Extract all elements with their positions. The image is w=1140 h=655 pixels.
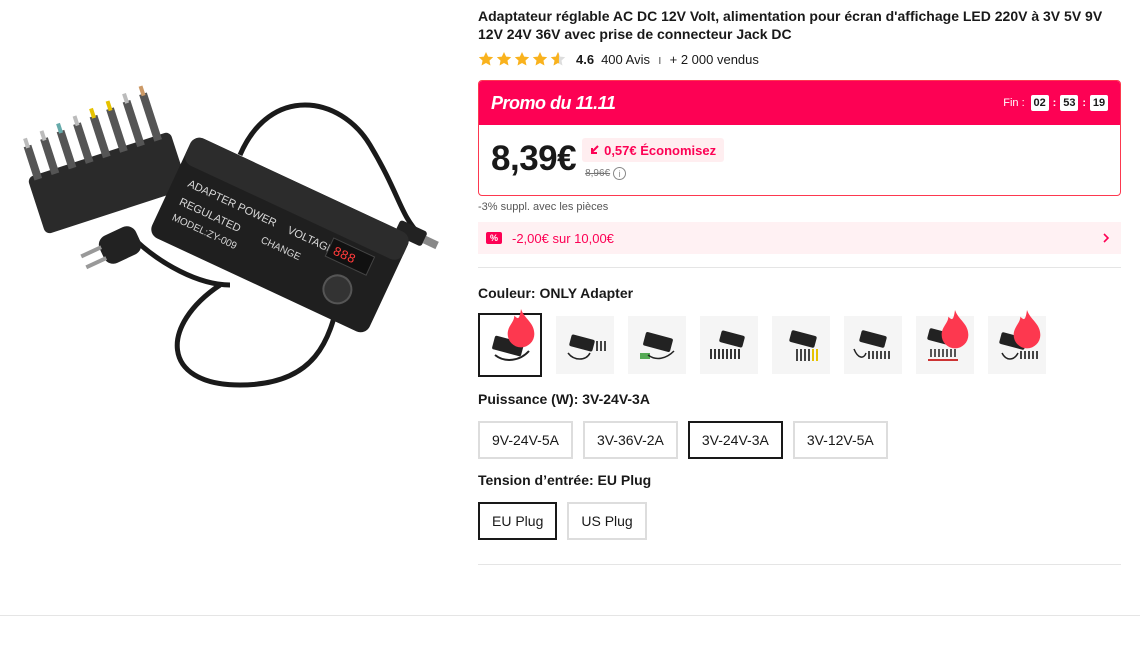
rating-value: 4.6 <box>576 51 595 67</box>
star-icon <box>514 52 530 66</box>
countdown-colon: : <box>1082 97 1086 109</box>
countdown: Fin : 02 : 53 : 19 <box>1003 95 1108 111</box>
divider <box>478 564 1121 565</box>
adapter-thumbnail <box>853 330 890 359</box>
product-page: ADAPTER POWER VOLTAGE REGULATED CHANGE M… <box>0 0 1140 655</box>
old-price-row: 8,96€ i <box>585 167 724 180</box>
adapter-thumbnail <box>710 330 745 359</box>
product-title: Adaptateur réglable AC DC 12V Volt, alim… <box>478 8 1103 42</box>
countdown-minutes: 53 <box>1060 95 1079 111</box>
down-arrow-icon <box>591 145 599 154</box>
savings-text: 0,57€ Économisez <box>604 142 717 158</box>
product-info: Adaptateur réglable AC DC 12V Volt, alim… <box>478 0 1121 565</box>
star-icon <box>496 52 512 66</box>
rating-row[interactable]: 4.6 400 Avis ı + 2 000 vendus <box>478 50 1121 68</box>
star-icon <box>478 52 494 66</box>
savings-column: 0,57€ Économisez 8,96€ i <box>582 138 725 180</box>
star-half-icon <box>550 52 566 66</box>
power-option-3v-24v-3a[interactable]: 3V-24V-3A <box>687 421 783 459</box>
adapter-thumbnail <box>567 334 606 360</box>
countdown-seconds: 19 <box>1090 95 1108 111</box>
tension-option-us-plug[interactable]: US Plug <box>567 502 647 540</box>
info-icon[interactable]: i <box>613 167 627 180</box>
sold-count: + 2 000 vendus <box>669 51 759 67</box>
adapter-thumbnail <box>789 330 818 361</box>
price-area: 8,39€ 0,57€ Économisez 8,96€ i <box>479 125 1120 195</box>
color-option-2[interactable] <box>556 316 614 374</box>
savings-badge: 0,57€ Économisez <box>582 138 725 162</box>
tension-label: Tension d’entrée: EU Plug <box>478 472 652 488</box>
product-image[interactable]: ADAPTER POWER VOLTAGE REGULATED CHANGE M… <box>10 85 450 415</box>
current-price: 8,39€ <box>491 139 577 178</box>
color-option-4[interactable] <box>700 316 758 374</box>
color-option-8[interactable] <box>988 310 1046 374</box>
tension-options: EU Plug US Plug <box>478 502 1121 540</box>
coupon-text: -2,00€ sur 10,00€ <box>512 230 614 246</box>
old-price: 8,96€ <box>585 168 611 179</box>
color-option-1[interactable] <box>478 309 542 377</box>
power-option-9v-24v-5a[interactable]: 9V-24V-5A <box>478 421 573 459</box>
tension-option-eu-plug[interactable]: EU Plug <box>478 502 558 540</box>
color-thumbnails <box>478 309 1121 377</box>
countdown-colon: : <box>1052 97 1057 109</box>
separator: ı <box>658 51 662 67</box>
chevron-right-icon[interactable] <box>1101 232 1111 244</box>
promo-box: Promo du 11.11 Fin : 02 : 53 : 19 8,39€ … <box>478 80 1121 196</box>
rating-stars <box>478 52 566 66</box>
fire-icon <box>1013 310 1041 349</box>
power-option-3v-12v-5a[interactable]: 3V-12V-5A <box>792 421 888 459</box>
divider <box>478 267 1121 268</box>
power-label: Puissance (W): 3V-24V-3A <box>478 391 650 407</box>
color-option-6[interactable] <box>844 316 902 374</box>
fire-icon <box>941 310 969 349</box>
coupon-icon: % <box>486 232 502 244</box>
power-option-3v-36v-2a[interactable]: 3V-36V-2A <box>582 421 678 459</box>
adapter-thumbnail <box>640 332 675 360</box>
countdown-hours: 02 <box>1030 95 1049 111</box>
fire-icon <box>507 309 535 348</box>
star-icon <box>532 52 548 66</box>
extra-discount: -3% suppl. avec les pièces <box>478 201 609 213</box>
color-option-7[interactable] <box>916 310 974 374</box>
countdown-label: Fin : <box>1003 97 1025 109</box>
color-option-3[interactable] <box>628 316 686 374</box>
power-options: 9V-24V-5A 3V-36V-2A 3V-24V-3A 3V-12V-5A <box>478 421 1121 459</box>
color-option-5[interactable] <box>772 316 830 374</box>
coupon-row[interactable]: % -2,00€ sur 10,00€ <box>478 222 1121 254</box>
color-label: Couleur: ONLY Adapter <box>478 285 634 301</box>
review-count[interactable]: 400 Avis <box>601 52 650 67</box>
promo-banner: Promo du 11.11 Fin : 02 : 53 : 19 <box>479 81 1120 125</box>
promo-title: Promo du 11.11 <box>491 92 616 113</box>
section-divider <box>0 615 1140 616</box>
